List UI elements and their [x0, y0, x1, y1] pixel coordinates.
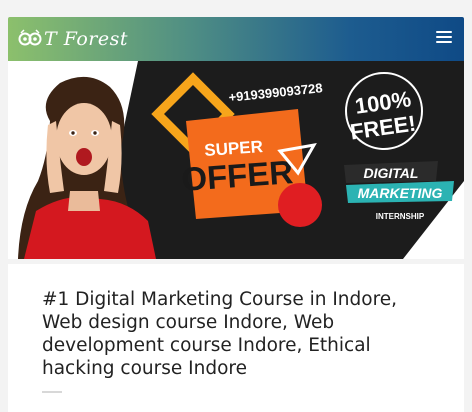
- title-divider: [42, 391, 62, 393]
- site-logo-link[interactable]: T Forest: [18, 26, 128, 52]
- hamburger-menu-icon[interactable]: [436, 31, 452, 45]
- offer-line2: OFFER: [180, 153, 294, 198]
- site-header: T Forest: [8, 17, 464, 61]
- post-title[interactable]: #1 Digital Marketing Course in Indore, W…: [42, 288, 442, 380]
- page: T Forest SUPER OFFER +919399093728 100% …: [0, 0, 472, 412]
- tag-line1: DIGITAL: [364, 165, 419, 181]
- tag-line3: INTERNSHIP: [376, 212, 425, 221]
- promo-banner-graphic: SUPER OFFER +919399093728 100% FREE! DIG…: [8, 61, 464, 259]
- logo-text: T Forest: [44, 28, 129, 50]
- promo-banner[interactable]: SUPER OFFER +919399093728 100% FREE! DIG…: [8, 61, 464, 259]
- red-circle-shape: [278, 183, 322, 227]
- tag-line2: MARKETING: [358, 185, 443, 201]
- owl-logo-icon: [18, 29, 42, 46]
- post-card: #1 Digital Marketing Course in Indore, W…: [8, 264, 464, 412]
